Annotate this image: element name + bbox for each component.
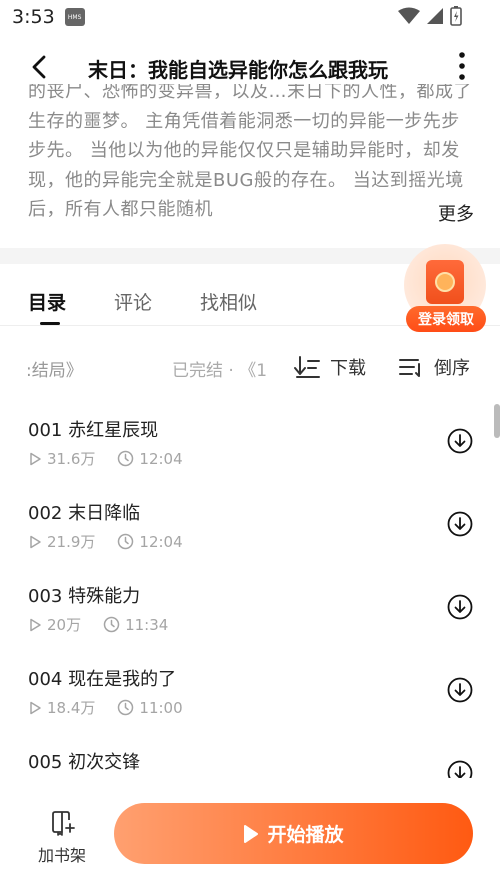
volume-selector-text[interactable]: :结局》 <box>26 356 83 381</box>
scrollbar-thumb[interactable] <box>494 404 500 438</box>
duration: 12:04 <box>139 532 183 551</box>
sort-reverse-icon <box>399 359 420 377</box>
episode-item[interactable]: 005 初次交锋 <box>0 732 500 778</box>
battery-icon <box>450 6 462 26</box>
completion-status: 已完结 · 《1 <box>172 361 268 381</box>
play-label: 开始播放 <box>267 824 344 846</box>
clock-icon <box>117 699 134 716</box>
back-icon[interactable] <box>26 53 54 81</box>
download-list-icon <box>294 356 320 378</box>
tab-similar[interactable]: 找相似 <box>200 288 257 315</box>
play-count: 21.9万 <box>47 533 96 551</box>
download-icon[interactable] <box>447 594 473 620</box>
add-book-icon <box>52 811 75 836</box>
clock-icon <box>117 450 134 467</box>
download-icon[interactable] <box>447 428 473 454</box>
download-icon[interactable] <box>447 760 473 778</box>
play-count-icon <box>28 701 42 715</box>
episode-title: 003 特殊能力 <box>28 586 141 607</box>
login-reward-promo[interactable]: 登录领取 <box>402 244 488 336</box>
download-button[interactable]: 下载 <box>294 352 366 382</box>
play-count-icon <box>28 535 42 549</box>
episode-title: 002 末日降临 <box>28 503 141 524</box>
episode-title: 005 初次交锋 <box>28 752 141 773</box>
status-bar: 3:53 HMS <box>0 0 500 34</box>
book-description: 的丧尸、恐怖的变异兽，以及…末日下的人性，都成了生存的噩梦。 主角凭借着能洞悉一… <box>28 84 474 232</box>
duration: 11:34 <box>125 615 169 634</box>
episode-item[interactable]: 001 赤红星辰现 31.6万 12:04 <box>0 400 500 483</box>
start-play-button[interactable]: 开始播放 <box>114 803 473 864</box>
tab-comments[interactable]: 评论 <box>114 288 152 315</box>
duration: 11:00 <box>139 698 183 717</box>
play-count-icon <box>28 618 42 632</box>
shelf-label: 加书架 <box>38 846 87 865</box>
status-time: 3:53 <box>12 6 55 28</box>
sort-button[interactable]: 倒序 <box>398 352 470 382</box>
episode-item[interactable]: 003 特殊能力 20万 11:34 <box>0 566 500 649</box>
episode-meta: 31.6万 12:04 <box>28 448 183 469</box>
coin-icon <box>435 272 455 292</box>
clock-icon <box>117 533 134 550</box>
page-title: 末日：我能自选异能你怎么跟我玩 <box>88 58 388 82</box>
status-icons <box>398 6 462 26</box>
bottom-action-bar: 加书架 开始播放 <box>0 790 500 889</box>
episode-item[interactable]: 004 现在是我的了 18.4万 11:00 <box>0 649 500 732</box>
tab-active-indicator <box>40 322 60 325</box>
play-count: 31.6万 <box>47 450 96 468</box>
signal-icon <box>427 8 443 24</box>
episode-title: 004 现在是我的了 <box>28 669 177 690</box>
sort-label: 倒序 <box>434 358 470 379</box>
play-count: 18.4万 <box>47 699 96 717</box>
episode-meta: 20万 11:34 <box>28 614 168 635</box>
download-icon[interactable] <box>447 511 473 537</box>
download-icon[interactable] <box>447 677 473 703</box>
episode-meta: 21.9万 12:04 <box>28 531 183 552</box>
play-count-icon <box>28 452 42 466</box>
more-link[interactable]: 更多 <box>408 200 474 226</box>
wifi-icon <box>398 7 420 24</box>
more-options-icon[interactable] <box>456 50 468 82</box>
clock-icon <box>103 616 120 633</box>
tab-catalog[interactable]: 目录 <box>28 288 66 315</box>
play-count: 20万 <box>47 616 82 634</box>
promo-label: 登录领取 <box>406 306 486 332</box>
play-icon <box>244 824 259 843</box>
episode-title: 001 赤红星辰现 <box>28 420 159 441</box>
list-toolbar: :结局》 已完结 · 《1 下载 倒序 <box>0 340 500 394</box>
download-label: 下载 <box>330 358 366 379</box>
episode-item[interactable]: 002 末日降临 21.9万 12:04 <box>0 483 500 566</box>
episode-meta: 18.4万 11:00 <box>28 697 183 718</box>
episode-list: 001 赤红星辰现 31.6万 12:04 002 末日降临 21.9万 12:… <box>0 400 500 778</box>
duration: 12:04 <box>139 449 183 468</box>
add-to-shelf-button[interactable]: 加书架 <box>28 810 96 866</box>
hms-badge: HMS <box>64 8 85 26</box>
